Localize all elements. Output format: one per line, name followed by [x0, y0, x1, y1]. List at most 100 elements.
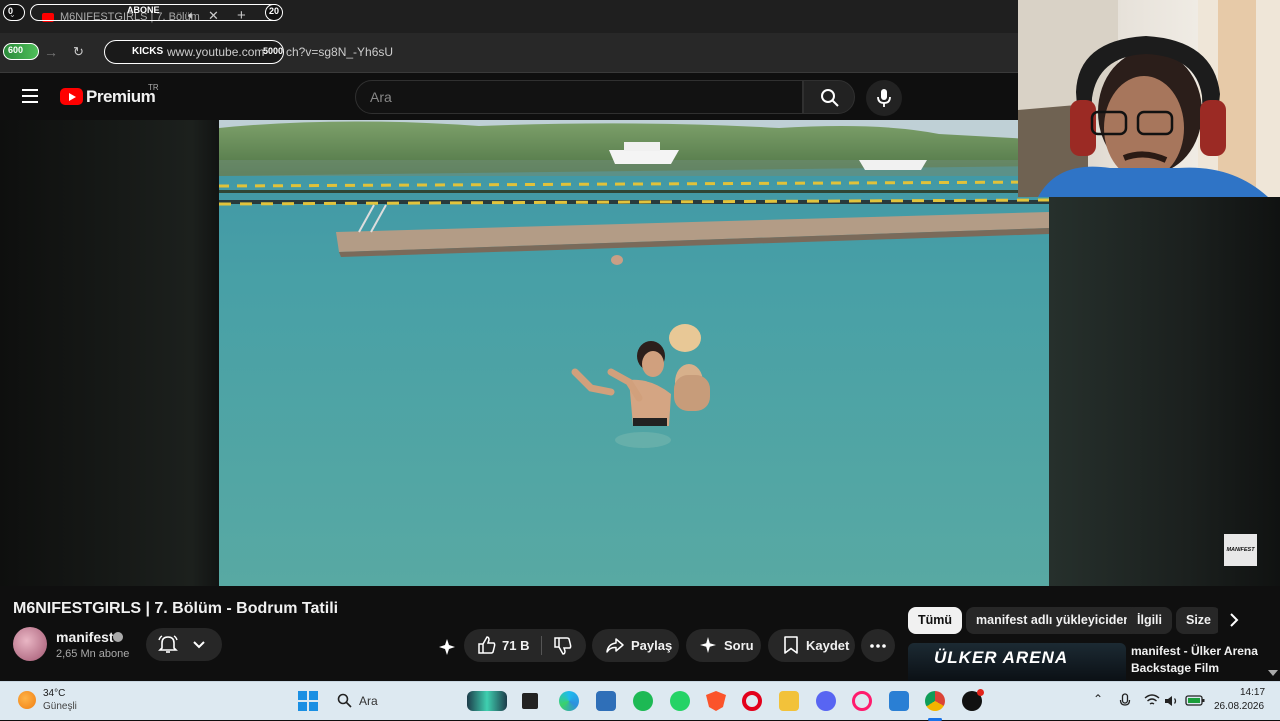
video-title: M6NIFESTGIRLS | 7. Bölüm - Bodrum Tatili [13, 600, 339, 617]
chrome-browser-icon[interactable] [925, 691, 945, 711]
like-divider [541, 636, 542, 655]
weather-sun-icon[interactable] [18, 691, 36, 709]
bookmark-icon [784, 636, 798, 654]
thumbs-down-icon[interactable] [553, 636, 573, 656]
overlay-progress-pill: 600 [3, 43, 39, 60]
search-button[interactable] [803, 80, 855, 114]
verified-badge-icon [113, 632, 123, 642]
overlay-5000-text: 5000 [263, 46, 284, 56]
task-view-icon[interactable] [522, 693, 538, 709]
video-player[interactable] [219, 120, 1049, 586]
whatsapp-icon[interactable] [670, 691, 690, 711]
search-icon [821, 89, 839, 107]
widgets-icon[interactable] [467, 691, 507, 711]
share-icon [606, 638, 624, 653]
tray-overflow-icon[interactable]: ⌃ [1093, 692, 1103, 706]
close-tab-icon[interactable]: ✕ [208, 8, 219, 24]
recommendation-thumbnail[interactable]: ÜLKER ARENA [908, 643, 1126, 681]
reload-icon[interactable]: ↻ [73, 44, 84, 60]
new-tab-icon[interactable]: + [237, 7, 246, 24]
more-horizontal-icon [870, 644, 886, 648]
windows-taskbar: 34°C Güneşli Ara ⌃ 14:17 26.08.2026 [0, 681, 1280, 721]
player-ambient-right [1049, 197, 1280, 586]
spotify-icon[interactable] [633, 691, 653, 711]
save-label: Kaydet [806, 638, 850, 653]
brave-browser-icon[interactable] [706, 691, 726, 711]
browser-tab-strip: 0 ⌄ M6NIFESTGIRLS | 7. Bölüm ABONE 🔈︎ ✕ … [0, 0, 1018, 33]
wifi-icon[interactable] [1144, 694, 1160, 707]
like-count[interactable]: 71 B [502, 629, 529, 662]
youtube-logo-icon[interactable] [60, 88, 83, 105]
clip-icon[interactable] [438, 638, 456, 656]
overlay-kicks-text: KICKS [132, 46, 164, 57]
battery-icon[interactable] [1185, 694, 1205, 707]
overlay-right-counter: 20 [265, 4, 283, 21]
share-button[interactable]: Paylaş [592, 629, 679, 662]
subscriber-count: 2,65 Mn abone [56, 648, 130, 660]
microphone-icon [877, 89, 891, 107]
file-explorer-icon[interactable] [779, 691, 799, 711]
notification-dot [977, 689, 984, 696]
region-label: TR [148, 83, 159, 92]
like-dislike-group: 71 B [464, 629, 586, 662]
channel-avatar[interactable] [13, 627, 47, 661]
opera-browser-icon[interactable] [742, 691, 762, 711]
scroll-down-arrow-icon[interactable] [1268, 670, 1278, 676]
edge-browser-icon[interactable] [559, 691, 579, 711]
opera-gx-icon[interactable] [852, 691, 872, 711]
share-label: Paylaş [631, 638, 673, 653]
clock-time[interactable]: 14:17 [1240, 687, 1265, 698]
voice-search-button[interactable] [866, 80, 902, 116]
url-path: ch?v=sg8N_-Yh6sU [286, 45, 394, 59]
overlay-600-text: 600 [8, 45, 24, 55]
taskbar-search-icon[interactable] [337, 693, 352, 708]
search-placeholder: Ara [370, 89, 392, 105]
ask-button[interactable]: Soru [686, 629, 761, 662]
search-input[interactable]: Ara [355, 80, 803, 114]
channel-name[interactable]: manifest [56, 629, 114, 645]
chevron-down-icon[interactable]: ⌄ [9, 10, 16, 19]
discord-icon[interactable] [816, 691, 836, 711]
url-host: www.youtube.com [167, 45, 265, 59]
weather-temperature[interactable]: 34°C [43, 688, 65, 699]
recommendation-title[interactable]: manifest - Ülker Arena Backstage Film [1131, 643, 1271, 677]
chevron-right-icon[interactable] [1227, 612, 1241, 628]
chip-related[interactable]: İlgili [1127, 607, 1172, 634]
ask-label: Soru [724, 638, 754, 653]
clock-date[interactable]: 26.08.2026 [1214, 701, 1264, 712]
sparkle-icon [700, 637, 716, 653]
tray-microphone-icon[interactable] [1119, 693, 1131, 709]
taskbar-search-input[interactable]: Ara [359, 694, 378, 708]
chip-from-uploader[interactable]: manifest adlı yükleyiciden [966, 607, 1141, 634]
mail-icon[interactable] [889, 691, 909, 711]
overlay-right-count: 20 [269, 6, 280, 16]
spark-icon [439, 639, 455, 655]
speaker-icon[interactable]: 🔈︎ [188, 8, 195, 23]
url-field[interactable]: www.youtube.com [167, 45, 264, 59]
webcam-overlay [1018, 0, 1280, 197]
save-button[interactable]: Kaydet [768, 629, 855, 662]
youtube-logo-text[interactable]: Premium [86, 87, 156, 107]
video-frame [219, 120, 1049, 586]
volume-icon[interactable] [1164, 694, 1180, 708]
youtube-header: Premium TR Ara [0, 73, 1018, 120]
windows-start-icon[interactable] [298, 691, 318, 711]
recommendation-thumbnail-text: ÜLKER ARENA [934, 648, 1069, 667]
store-icon[interactable] [596, 691, 616, 711]
forward-icon[interactable]: → [44, 44, 58, 60]
weather-description[interactable]: Güneşli [43, 701, 77, 712]
chevron-down-icon [193, 641, 205, 649]
chip-all[interactable]: Tümü [908, 607, 963, 634]
thumbs-up-icon[interactable] [477, 635, 497, 655]
menu-icon[interactable] [22, 89, 38, 103]
subscribed-bell-button[interactable] [146, 628, 222, 661]
overlay-kicks-label: KICKS [132, 46, 163, 57]
more-actions-button[interactable] [861, 629, 895, 662]
chip-for-you[interactable]: Size [1176, 607, 1218, 634]
overlay-5000-label: 5000 [263, 46, 283, 56]
url-path-field[interactable]: ch?v=sg8N_-Yh6sU [286, 45, 393, 59]
channel-watermark[interactable]: MANIFEST [1224, 534, 1257, 566]
video-info-section: M6NIFESTGIRLS | 7. Bölüm - Bodrum Tatili… [0, 586, 1280, 681]
filter-chips: Tümü manifest adlı yükleyiciden İlgili S… [908, 586, 1218, 646]
browser-address-bar: 600 → ↻ ⚙︎ KICKS 5000 www.youtube.com ch… [0, 33, 1018, 73]
